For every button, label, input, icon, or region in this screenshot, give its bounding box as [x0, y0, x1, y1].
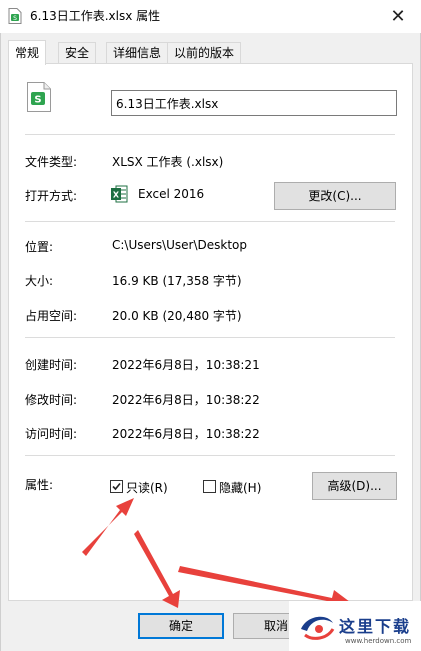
- general-panel: S 文件类型: XLSX 工作表 (.xlsx) 打开方式: X Excel 2…: [8, 63, 413, 601]
- open-with-label: 打开方式:: [25, 189, 78, 203]
- disk-size-value: 20.0 KB (20,480 字节): [112, 309, 242, 323]
- hidden-checkbox[interactable]: [203, 480, 216, 493]
- readonly-checkbox[interactable]: [110, 480, 123, 493]
- window-title: 6.13日工作表.xlsx 属性: [30, 9, 161, 23]
- location-label: 位置:: [25, 240, 54, 254]
- created-value: 2022年6月8日，10:38:21: [112, 358, 260, 372]
- tab-security[interactable]: 安全: [58, 42, 97, 63]
- tab-general[interactable]: 常规: [8, 40, 47, 65]
- file-type-value: XLSX 工作表 (.xlsx): [112, 155, 224, 169]
- close-button[interactable]: ✕: [375, 0, 421, 33]
- change-button[interactable]: 更改(C)...: [274, 182, 396, 210]
- svg-text:X: X: [113, 191, 120, 200]
- size-value: 16.9 KB (17,358 字节): [112, 274, 242, 288]
- modified-value: 2022年6月8日，10:38:22: [112, 393, 260, 407]
- accessed-value: 2022年6月8日，10:38:22: [112, 427, 260, 441]
- advanced-button[interactable]: 高级(D)...: [312, 472, 397, 500]
- file-type-label: 文件类型:: [25, 155, 78, 169]
- title-bar: S 6.13日工作表.xlsx 属性 ✕: [0, 0, 421, 33]
- attributes-label: 属性:: [25, 478, 54, 492]
- excel-icon: X: [111, 185, 128, 203]
- open-with-value: Excel 2016: [138, 187, 205, 201]
- separator: [25, 337, 395, 338]
- spreadsheet-file-icon: S: [8, 8, 22, 24]
- watermark-url: www.herdown.com: [345, 637, 412, 645]
- modified-label: 修改时间:: [25, 393, 78, 407]
- file-name-input[interactable]: [111, 90, 397, 116]
- readonly-label[interactable]: 只读(R): [126, 479, 168, 496]
- separator: [25, 221, 395, 222]
- tab-previous-versions[interactable]: 以前的版本: [167, 42, 242, 63]
- created-label: 创建时间:: [25, 358, 78, 372]
- close-icon: ✕: [390, 6, 406, 27]
- svg-text:S: S: [13, 15, 17, 22]
- separator: [25, 134, 395, 135]
- watermark: 这里下载 www.herdown.com: [289, 601, 421, 651]
- disk-size-label: 占用空间:: [25, 309, 78, 323]
- tab-details[interactable]: 详细信息: [106, 42, 169, 63]
- size-label: 大小:: [25, 274, 54, 288]
- watermark-name: 这里下载: [339, 617, 412, 636]
- separator: [25, 455, 395, 456]
- checkmark-icon: [112, 482, 121, 491]
- site-logo-icon: [301, 616, 335, 640]
- ok-button[interactable]: 确定: [138, 613, 224, 639]
- hidden-label[interactable]: 隐藏(H): [219, 479, 261, 496]
- accessed-label: 访问时间:: [25, 427, 78, 441]
- spreadsheet-file-icon: S: [27, 82, 51, 112]
- svg-text:S: S: [34, 95, 41, 106]
- location-value: C:\Users\User\Desktop: [112, 238, 247, 252]
